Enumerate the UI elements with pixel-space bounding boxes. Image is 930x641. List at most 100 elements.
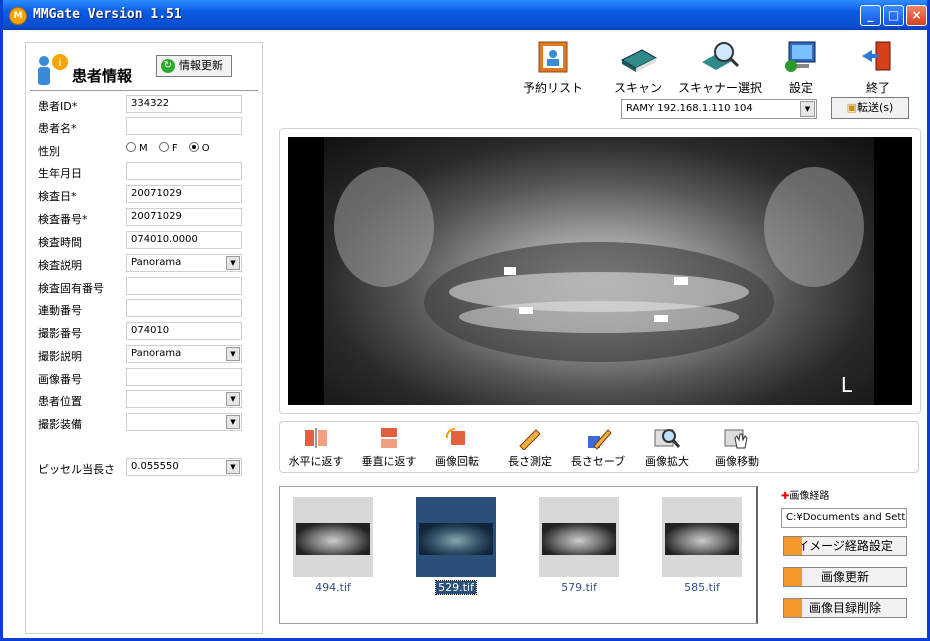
refresh-info-button[interactable]: ↻ 情報更新: [156, 55, 232, 77]
rotate-icon: [445, 427, 465, 445]
shot-description-select[interactable]: Panorama ▼: [126, 345, 242, 363]
field-link-number: 連動番号: [38, 299, 248, 319]
scan-label: スキャン: [613, 81, 662, 95]
gender-radio-o[interactable]: O: [188, 142, 210, 154]
settings-button[interactable]: 設定: [778, 38, 824, 96]
field-shot-description: 撮影説明 Panorama ▼: [38, 345, 248, 365]
field-label: 生年月日: [38, 167, 82, 180]
scanner-select-button[interactable]: スキャナー選択: [675, 38, 765, 96]
field-patient-id: 患者ID* 334322: [38, 95, 248, 115]
exam-number-input[interactable]: 20071029: [126, 208, 242, 226]
set-image-path-button[interactable]: イメージ経路設定: [783, 536, 907, 556]
xray-detail: [334, 167, 864, 362]
delete-image-list-button[interactable]: 画像目録削除: [783, 598, 907, 618]
field-gender: 性別 M F O: [38, 140, 248, 160]
thumbnail-item[interactable]: 494.tif: [293, 497, 373, 594]
field-label: 性別: [38, 145, 60, 158]
scan-book-icon: [620, 49, 658, 72]
thumbnail-item[interactable]: 585.tif: [662, 497, 742, 594]
chevron-down-icon[interactable]: ▼: [226, 460, 240, 474]
flip-vertical-button[interactable]: 垂直に返す: [356, 426, 422, 469]
image-viewer-panel: L: [279, 128, 921, 414]
field-label: 患者名*: [38, 122, 77, 135]
field-exam-number: 検査番号* 20071029: [38, 208, 248, 228]
chevron-down-icon[interactable]: ▼: [800, 101, 815, 117]
thumbnail-caption: 494.tif: [315, 581, 351, 594]
exit-door-icon: [862, 41, 891, 71]
transfer-button[interactable]: ▣転送(s): [831, 97, 909, 119]
reserve-list-button[interactable]: 予約リスト: [522, 38, 584, 96]
reserve-list-label: 予約リスト: [522, 81, 583, 95]
title-bar[interactable]: M MMGate Version 1.51 _ □ ×: [3, 0, 927, 30]
field-label: ピッセル当長さ: [38, 463, 115, 476]
equipment-select[interactable]: ▼: [126, 413, 242, 431]
app-window: M MMGate Version 1.51 _ □ × i 患者情報 ↻ 情報更…: [0, 0, 930, 641]
patient-position-select[interactable]: ▼: [126, 390, 242, 408]
exam-description-select[interactable]: Panorama ▼: [126, 254, 242, 272]
field-label: 検査番号*: [38, 213, 88, 226]
patient-name-input[interactable]: [126, 117, 242, 135]
orientation-marker: L: [840, 373, 852, 397]
field-pixel-length: ピッセル当長さ 0.055550 ▼: [38, 458, 248, 478]
exam-time-input[interactable]: 074010.0000: [126, 231, 242, 249]
save-length-button[interactable]: 長さセーブ: [566, 426, 630, 469]
field-birthdate: 生年月日: [38, 162, 248, 182]
exam-uid-input[interactable]: [126, 277, 242, 295]
measure-length-button[interactable]: 長さ測定: [502, 426, 558, 469]
device-select[interactable]: RAMY 192.168.1.110 104 ▼: [621, 99, 817, 119]
zoom-icon: [654, 429, 681, 448]
exit-button[interactable]: 終了: [855, 38, 901, 96]
xray-viewer[interactable]: L: [288, 137, 912, 405]
minimize-button[interactable]: _: [860, 5, 881, 26]
image-path-input[interactable]: C:¥Documents and Settings: [781, 508, 907, 528]
field-patient-name: 患者名*: [38, 117, 248, 137]
patient-panel: i 患者情報 ↻ 情報更新 患者ID* 334322 患者名* 性別 M F O…: [25, 42, 263, 634]
image-number-input[interactable]: [126, 368, 242, 386]
chevron-down-icon[interactable]: ▼: [226, 256, 240, 270]
close-button[interactable]: ×: [906, 5, 927, 26]
thumbnail-image: [416, 497, 496, 577]
refresh-info-label: 情報更新: [179, 59, 223, 72]
thumbnail-item-selected[interactable]: 529.tif: [416, 497, 496, 595]
chevron-down-icon[interactable]: ▼: [226, 415, 240, 429]
link-number-input[interactable]: [126, 299, 242, 317]
gender-radio-f[interactable]: F: [158, 142, 178, 154]
flip-horizontal-label: 水平に返す: [288, 455, 344, 468]
rotate-image-button[interactable]: 画像回転: [428, 426, 486, 469]
scan-button[interactable]: スキャン: [609, 38, 667, 96]
field-label: 検査時間: [38, 236, 82, 249]
thumbnail-caption: 529.tif: [435, 580, 477, 595]
zoom-image-label: 画像拡大: [645, 455, 689, 468]
field-exam-description: 検査説明 Panorama ▼: [38, 254, 248, 274]
field-label: 患者位置: [38, 395, 82, 408]
field-exam-time: 検査時間 074010.0000: [38, 231, 248, 251]
settings-label: 設定: [788, 81, 813, 95]
patient-id-input[interactable]: 334322: [126, 95, 242, 113]
field-image-number: 画像番号: [38, 368, 248, 388]
pixel-length-select[interactable]: 0.055550 ▼: [126, 458, 242, 476]
hand-move-icon: [724, 429, 748, 449]
flip-horizontal-button[interactable]: 水平に返す: [284, 426, 348, 469]
magnifier-icon: [702, 42, 740, 70]
settings-computer-icon: [785, 41, 816, 72]
thumbnail-image: [293, 497, 373, 577]
transfer-label: 転送(s): [857, 101, 894, 114]
move-image-button[interactable]: 画像移動: [706, 426, 768, 469]
chevron-down-icon[interactable]: ▼: [226, 347, 240, 361]
chevron-down-icon[interactable]: ▼: [226, 392, 240, 406]
exam-date-input[interactable]: 20071029: [126, 185, 242, 203]
thumbnail-image: [539, 497, 619, 577]
birthdate-input[interactable]: [126, 162, 242, 180]
move-image-label: 画像移動: [715, 455, 759, 468]
shot-number-input[interactable]: 074010: [126, 322, 242, 340]
gender-radio-m[interactable]: M: [126, 142, 148, 154]
image-tools-toolbar: 水平に返す 垂直に返す 画像回転 長さ測定 長さセーブ 画像拡大 画像移動: [279, 421, 919, 473]
field-exam-uid: 検査固有番号: [38, 277, 248, 297]
zoom-image-button[interactable]: 画像拡大: [638, 426, 696, 469]
image-path-label: ✚画像経路: [781, 491, 830, 502]
maximize-button[interactable]: □: [883, 5, 904, 26]
thumbnail-item[interactable]: 579.tif: [539, 497, 619, 594]
save-ruler-icon: [588, 429, 612, 450]
svg-text:i: i: [58, 56, 61, 69]
refresh-images-button[interactable]: 画像更新: [783, 567, 907, 587]
